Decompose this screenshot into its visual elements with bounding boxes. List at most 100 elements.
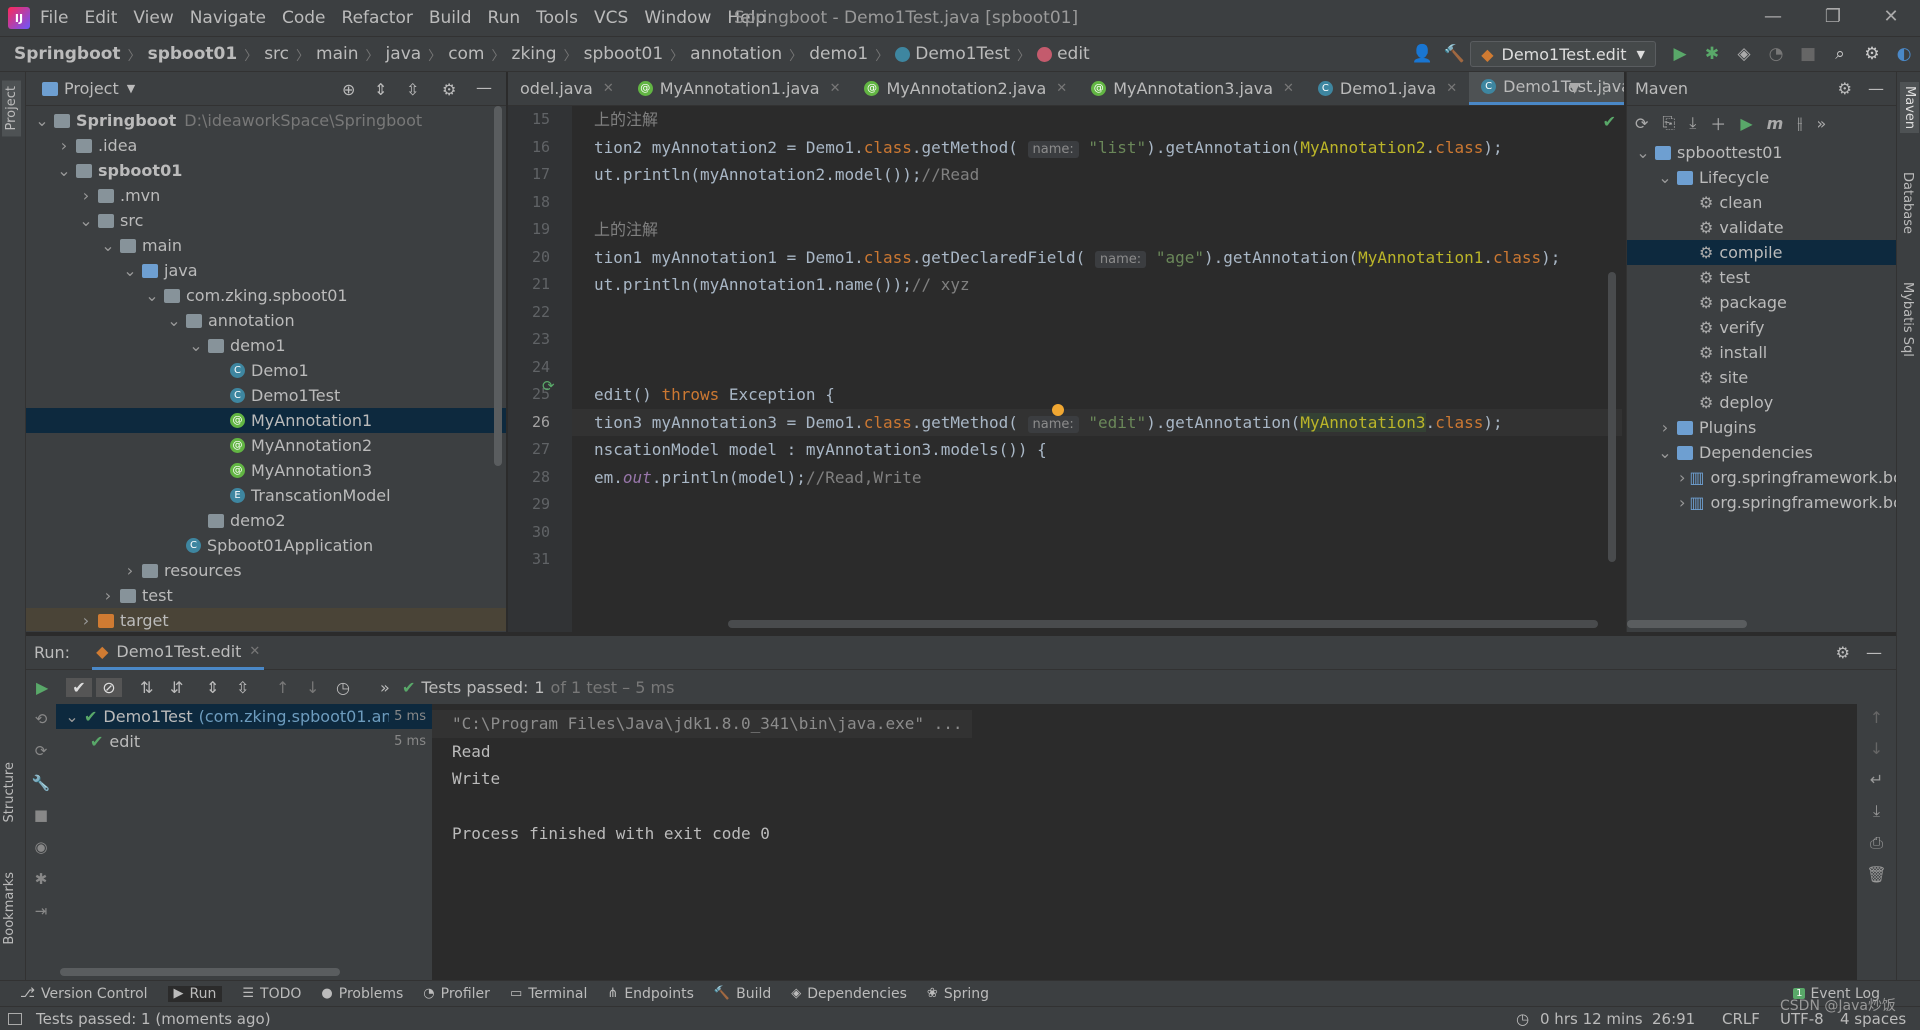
project-tree-item[interactable]: demo2 — [26, 508, 506, 533]
stop-icon[interactable]: ■ — [34, 806, 48, 824]
test-tree-item[interactable]: ✔ edit 5 ms — [56, 729, 432, 754]
tree-arrow-icon[interactable]: › — [56, 136, 72, 155]
reload-icon[interactable]: ⟳ — [1635, 114, 1648, 133]
intention-bulb-icon[interactable] — [1052, 404, 1064, 416]
project-tree-item[interactable]: ⌄ src — [26, 208, 506, 233]
tree-arrow-icon[interactable]: ⌄ — [100, 236, 116, 255]
project-tree-item[interactable]: @ MyAnnotation3 — [26, 458, 506, 483]
up-arrow-icon[interactable]: ↑ — [1870, 708, 1883, 727]
project-panel-title[interactable]: Project — [64, 79, 119, 98]
tree-arrow-icon[interactable]: ⌄ — [166, 311, 182, 330]
status-position[interactable]: 26:91 — [1652, 1010, 1695, 1028]
panel-toggle-icon[interactable] — [8, 1012, 22, 1025]
maven-tree-item[interactable]: ⚙ validate — [1627, 215, 1896, 240]
run-gutter-icon[interactable]: ⟳ — [542, 377, 555, 395]
breadcrumb-item[interactable]: zking — [512, 44, 557, 64]
maven-tree-item[interactable]: ⚙ site — [1627, 365, 1896, 390]
breadcrumb-item[interactable]: src — [264, 44, 289, 64]
maven-tree-item[interactable]: ⚙ package — [1627, 290, 1896, 315]
project-tree-item[interactable]: C Spboot01Application — [26, 533, 506, 558]
project-tree-item[interactable]: E TranscationModel — [26, 483, 506, 508]
bookmarks-tool-tab[interactable]: Bookmarks — [2, 872, 17, 945]
more-icon[interactable]: ⋮ — [1596, 78, 1612, 97]
console-output[interactable]: "C:\Program Files\Java\jdk1.8.0_341\bin\… — [432, 704, 1857, 980]
tree-arrow-icon[interactable]: › — [78, 186, 94, 205]
tree-arrow-icon[interactable]: › — [1679, 468, 1685, 487]
breadcrumb-item[interactable]: annotation — [690, 44, 782, 64]
project-tree-item[interactable]: C Demo1 — [26, 358, 506, 383]
maven-tree-item[interactable]: ⚙ deploy — [1627, 390, 1896, 415]
project-scrollbar[interactable] — [494, 106, 502, 466]
close-tab-icon[interactable]: ✕ — [603, 81, 614, 96]
editor-tab[interactable]: @ MyAnnotation3.java ✕ — [1079, 72, 1306, 105]
project-tree-item[interactable]: › resources — [26, 558, 506, 583]
status-line-separator[interactable]: CRLF — [1722, 1010, 1760, 1028]
breadcrumb-item[interactable]: spboot01 — [584, 44, 664, 64]
close-icon[interactable]: ✕ — [1876, 6, 1906, 27]
camera-icon[interactable]: ◉ — [34, 838, 47, 856]
sort-alpha-icon[interactable]: ⇅ — [140, 678, 164, 697]
hide-icon[interactable]: — — [1868, 79, 1884, 98]
tree-arrow-icon[interactable]: ⌄ — [1657, 443, 1673, 462]
tree-arrow-icon[interactable]: ⌄ — [56, 161, 72, 180]
download-icon[interactable]: ⤓ — [1689, 113, 1696, 133]
tool-tab-profiler[interactable]: ◔ Profiler — [423, 986, 490, 1002]
build-hammer-icon[interactable]: 🔨 — [1444, 44, 1465, 64]
maven-tree-item[interactable]: ⌄ spboottest01 — [1627, 140, 1896, 165]
project-tree-item[interactable]: › .mvn — [26, 183, 506, 208]
test-tree-item[interactable]: ⌄✔ Demo1Test (com.zking.spboot01.annc 5 ms — [56, 704, 432, 729]
tree-arrow-icon[interactable]: ⌄ — [144, 286, 160, 305]
status-time[interactable]: 0 hrs 12 mins — [1540, 1010, 1643, 1028]
close-tab-icon[interactable]: ✕ — [1283, 81, 1294, 96]
soft-wrap-icon[interactable]: ↵ — [1870, 770, 1883, 789]
hide-icon[interactable]: — — [1866, 643, 1882, 662]
editor-tab[interactable]: @ MyAnnotation2.java ✕ — [852, 72, 1079, 105]
test-tree-hscroll[interactable] — [60, 968, 340, 976]
tool-tab-todo[interactable]: ☰ TODO — [242, 986, 301, 1002]
menu-file[interactable]: File — [40, 8, 68, 28]
tree-arrow-icon[interactable]: › — [78, 611, 94, 630]
scroll-end-icon[interactable]: ⤓ — [1873, 801, 1880, 821]
tree-arrow-icon[interactable]: › — [1679, 493, 1685, 512]
tool-tab-run[interactable]: ▶ Run — [167, 985, 223, 1002]
inspection-ok-icon[interactable]: ✔ — [1603, 112, 1616, 131]
menu-build[interactable]: Build — [429, 8, 472, 28]
breadcrumb-item[interactable]: Demo1Test — [915, 44, 1010, 64]
profile-icon[interactable]: ◔ — [1766, 44, 1786, 64]
prev-test-icon[interactable]: ↑ — [276, 678, 300, 697]
toggle-offline-icon[interactable]: ⫲ — [1797, 113, 1802, 133]
editor-tab[interactable]: odel.java ✕ — [508, 72, 626, 105]
menu-run[interactable]: Run — [488, 8, 521, 28]
tree-arrow-icon[interactable]: ⌄ — [78, 211, 94, 230]
tree-arrow-icon[interactable]: ⌄ — [34, 111, 50, 130]
project-tree-item[interactable]: ⌄ com.zking.spboot01 — [26, 283, 506, 308]
rerun-icon[interactable]: ▶ — [36, 678, 60, 697]
more-icon[interactable]: » — [1816, 114, 1826, 133]
menu-vcs[interactable]: VCS — [594, 8, 628, 28]
project-tree-item[interactable]: ⌄ Springboot D:\ideaworkSpace\Springboot — [26, 108, 506, 133]
minimize-icon[interactable]: — — [1758, 6, 1788, 27]
stop-icon[interactable]: ■ — [1798, 44, 1818, 64]
execute-goal-icon[interactable]: m — [1767, 114, 1784, 133]
editor-tab[interactable]: C Demo1.java ✕ — [1306, 72, 1469, 105]
tree-arrow-icon[interactable]: › — [122, 561, 138, 580]
close-tab-icon[interactable]: ✕ — [249, 644, 260, 659]
project-tree-item[interactable]: ⌄ java — [26, 258, 506, 283]
hide-icon[interactable]: — — [476, 78, 492, 97]
editor-hscroll[interactable] — [728, 620, 1598, 628]
wrench-icon[interactable]: 🔧 — [32, 774, 51, 792]
project-tree-item[interactable]: ⌄ spboot01 — [26, 158, 506, 183]
maven-tree-item[interactable]: ⌄ Lifecycle — [1627, 165, 1896, 190]
tool-tab-endpoints[interactable]: ⋔ Endpoints — [607, 986, 694, 1002]
generate-sources-icon[interactable]: ⎘ — [1662, 113, 1675, 133]
history-icon[interactable]: ◷ — [336, 678, 360, 697]
gear-icon[interactable]: ⚙ — [442, 80, 456, 99]
tree-arrow-icon[interactable]: ⌄ — [64, 707, 80, 726]
tree-arrow-icon[interactable]: ⌄ — [1635, 143, 1651, 162]
show-passed-icon[interactable]: ✔ — [66, 677, 92, 697]
collapse-all-icon[interactable]: ⇳ — [406, 80, 419, 99]
menu-refactor[interactable]: Refactor — [342, 8, 413, 28]
breadcrumb-item[interactable]: demo1 — [809, 44, 868, 64]
project-tree-item[interactable]: @ MyAnnotation1 — [26, 408, 506, 433]
coverage-icon[interactable]: ◈ — [1734, 44, 1754, 64]
